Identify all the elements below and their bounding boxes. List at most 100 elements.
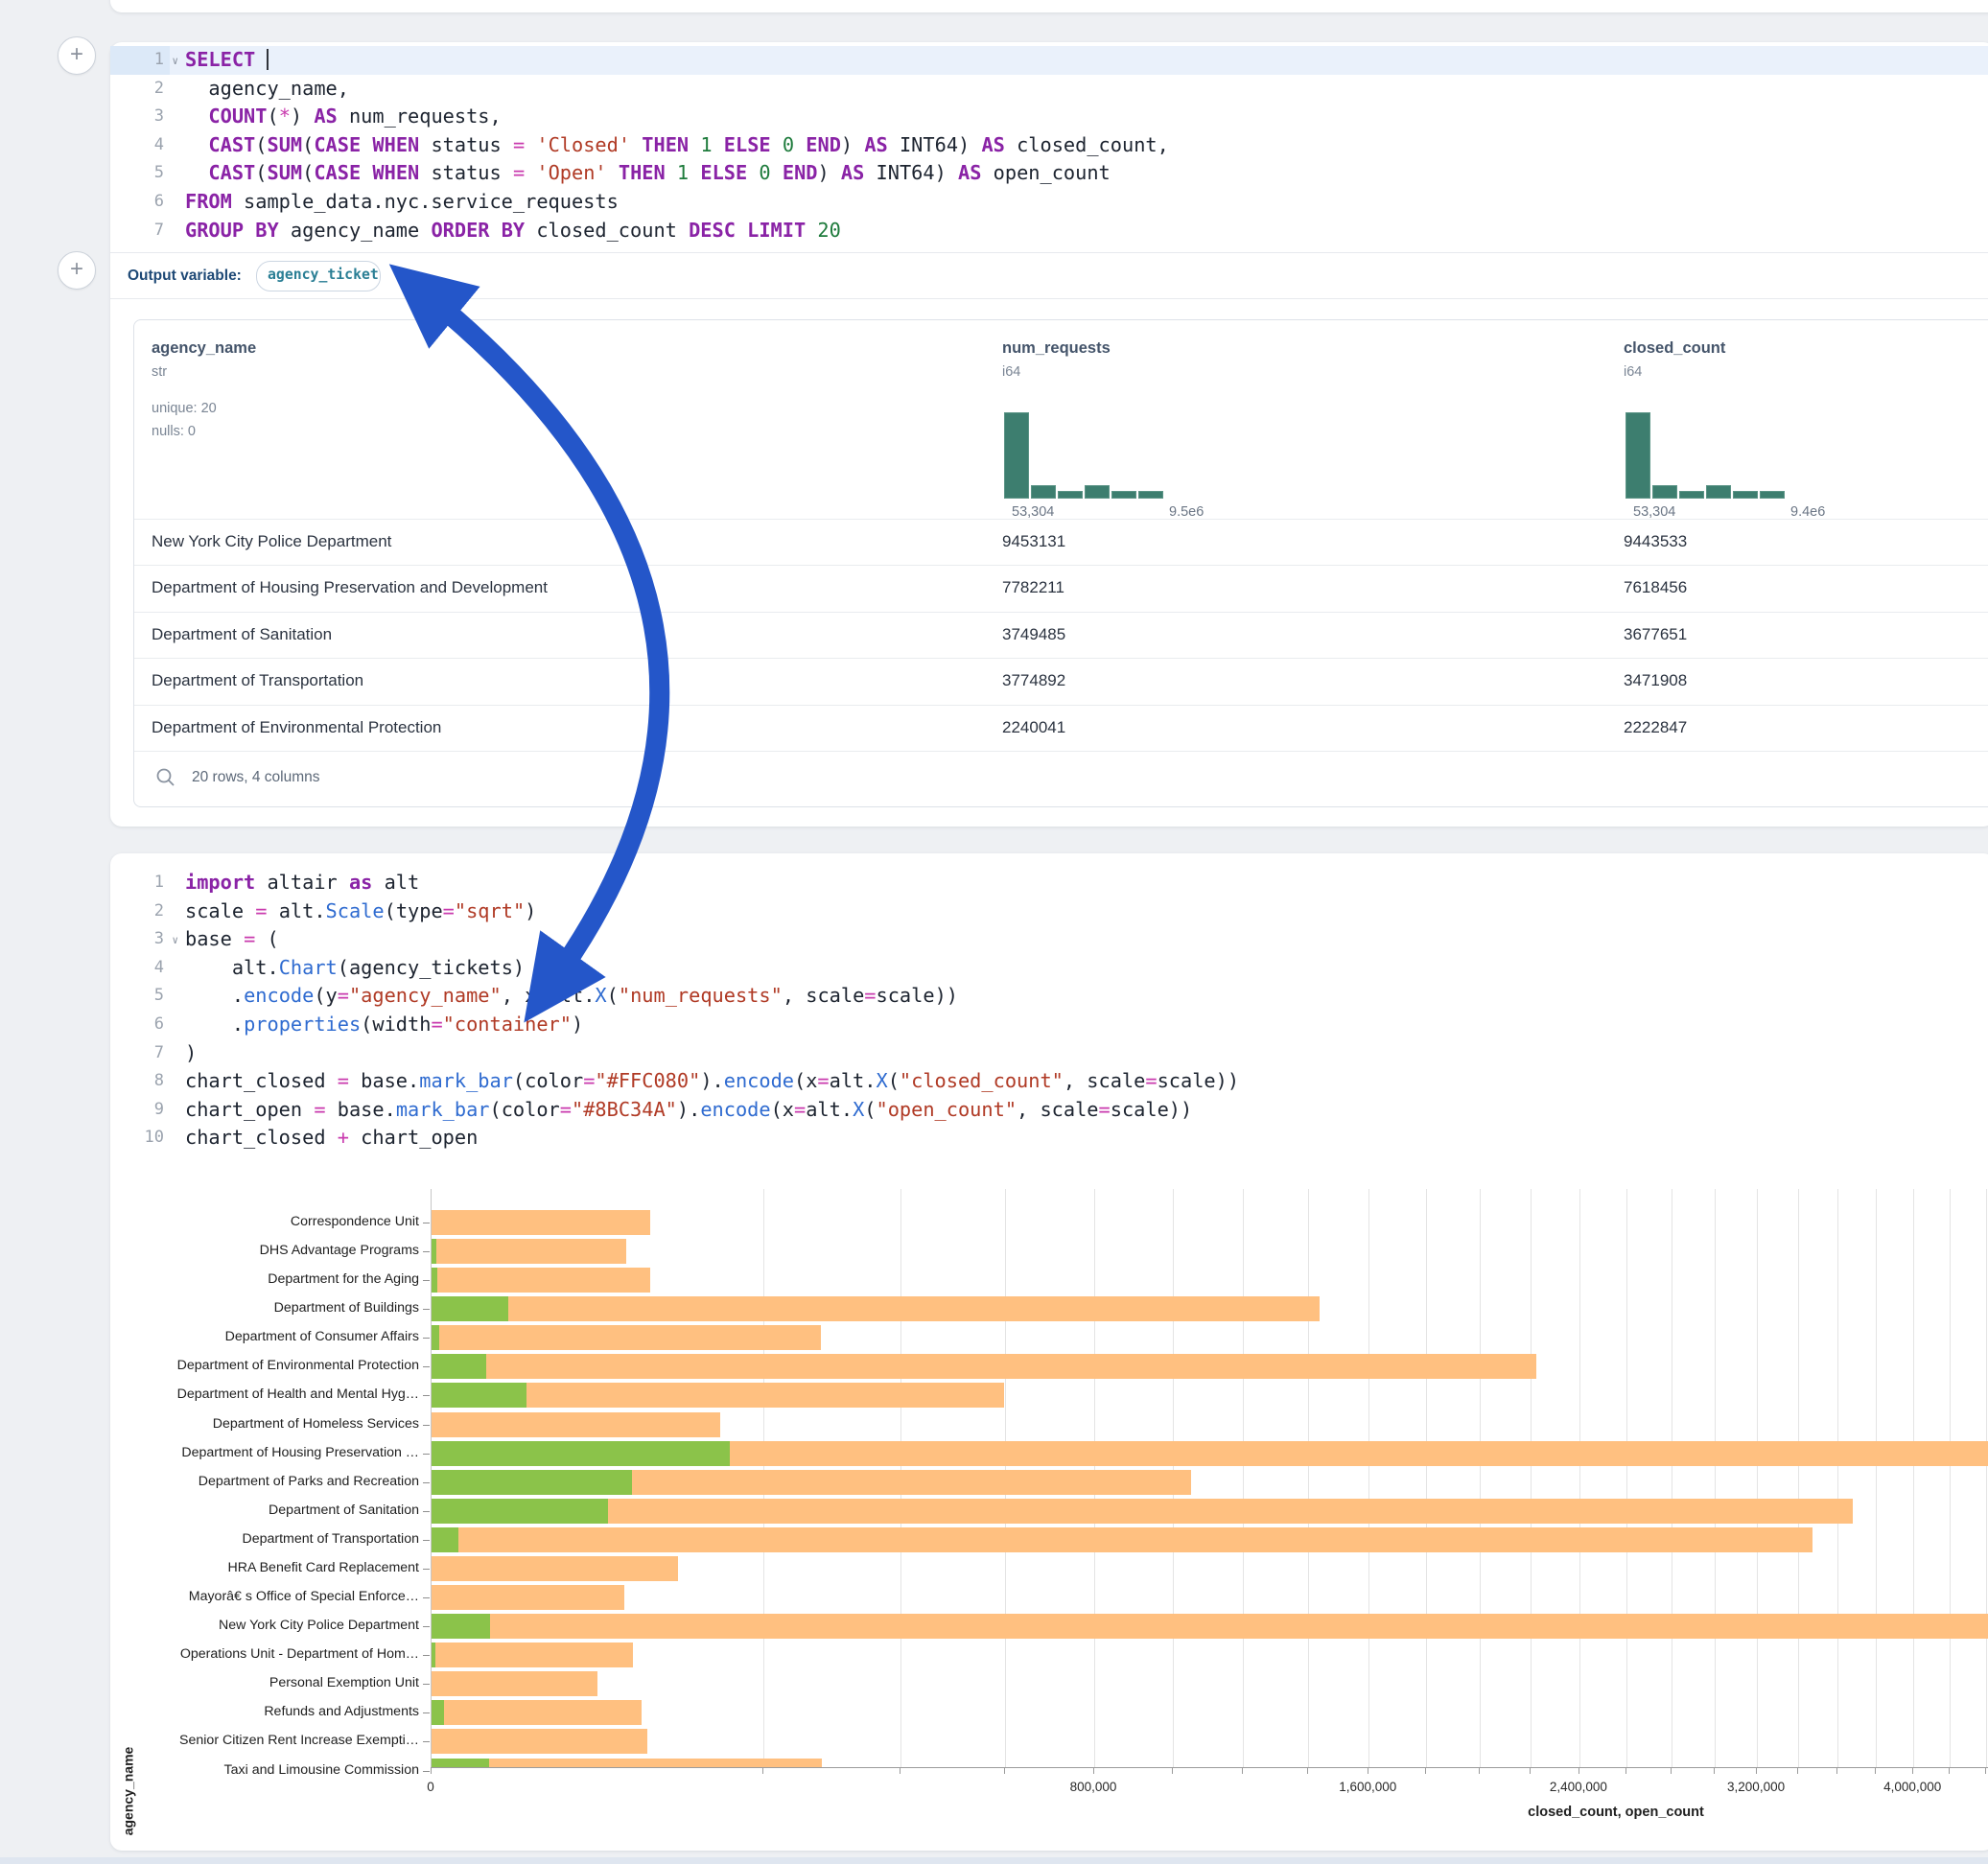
table-cell: 3677651 — [1624, 625, 1687, 644]
table-cell: Department of Environmental Protection — [152, 718, 441, 737]
x-tick — [431, 1768, 432, 1774]
code-line[interactable]: 7GROUP BY agency_name ORDER BY closed_co… — [110, 217, 1988, 245]
code-line[interactable]: 5 .encode(y="agency_name", x=alt.X("num_… — [110, 982, 1988, 1011]
fold-chevron-icon[interactable]: ∨ — [172, 47, 178, 76]
code-line[interactable]: 6FROM sample_data.nyc.service_requests — [110, 188, 1988, 217]
code-line[interactable]: 7) — [110, 1039, 1988, 1068]
chart-x-axis-title: closed_count, open_count — [1528, 1805, 1704, 1820]
code-line[interactable]: 3 COUNT(*) AS num_requests, — [110, 103, 1988, 131]
x-tick — [1479, 1768, 1480, 1774]
sql-code-editor[interactable]: 1∨SELECT 2 agency_name,3 COUNT(*) AS num… — [110, 46, 1988, 245]
table-row[interactable]: Department of Housing Preservation and D… — [134, 565, 1988, 612]
gridline — [1798, 1189, 1799, 1767]
line-number: 3∨ — [110, 925, 170, 954]
code-line[interactable]: 9chart_open = base.mark_bar(color="#8BC3… — [110, 1096, 1988, 1125]
code-line[interactable]: 4 alt.Chart(agency_tickets) — [110, 954, 1988, 983]
bar-open-count — [432, 1499, 608, 1524]
line-number: 2 — [110, 75, 170, 104]
line-number: 2 — [110, 897, 170, 926]
y-tick — [423, 1684, 430, 1685]
search-icon[interactable] — [155, 767, 176, 788]
bar-open-count — [432, 1527, 458, 1552]
category-label: Department of Homeless Services — [110, 1416, 419, 1432]
category-label: HRA Benefit Card Replacement — [110, 1560, 419, 1575]
code-line[interactable]: 1import altair as alt — [110, 869, 1988, 897]
gridline — [1837, 1189, 1838, 1767]
bar-open-count — [432, 1239, 436, 1264]
code-line[interactable]: 6 .properties(width="container") — [110, 1011, 1988, 1039]
code-line[interactable]: 8chart_closed = base.mark_bar(color="#FF… — [110, 1067, 1988, 1096]
bar-closed-count — [432, 1268, 650, 1293]
line-number: 6 — [110, 1011, 170, 1039]
notebook-page: { "accent": {"arrow_color": "#2456C9", "… — [0, 0, 1988, 1864]
column-type: i64 — [1002, 364, 1020, 380]
line-number: 5 — [110, 982, 170, 1011]
x-tick — [1172, 1768, 1173, 1774]
table-row[interactable]: Department of Sanitation37494853677651 — [134, 612, 1988, 659]
gridline — [1626, 1189, 1627, 1767]
category-label: Department for the Aging — [110, 1271, 419, 1287]
category-label: Department of Parks and Recreation — [110, 1474, 419, 1489]
code-line[interactable]: 5 CAST(SUM(CASE WHEN status = 'Open' THE… — [110, 159, 1988, 188]
line-number: 3 — [110, 103, 170, 131]
python-cell: 1import altair as alt2scale = alt.Scale(… — [110, 853, 1988, 1851]
table-cell: Department of Housing Preservation and D… — [152, 578, 548, 597]
line-number: 9 — [110, 1096, 170, 1125]
column-histogram — [1004, 412, 1163, 499]
gridline — [1579, 1189, 1580, 1767]
code-line[interactable]: 3∨base = ( — [110, 925, 1988, 954]
x-tick-label: 4,000,000 — [1883, 1780, 1941, 1794]
column-stat: unique: 20 — [152, 401, 217, 416]
add-cell-button[interactable]: + — [58, 251, 96, 290]
histogram-bar — [1085, 485, 1110, 499]
table-row[interactable]: New York City Police Department945313194… — [134, 519, 1988, 566]
histogram-bar — [1760, 491, 1785, 499]
y-tick — [423, 1655, 430, 1656]
sql-cell: 1∨SELECT 2 agency_name,3 COUNT(*) AS num… — [110, 42, 1988, 827]
gridline — [1308, 1189, 1309, 1767]
x-tick — [1307, 1768, 1308, 1774]
bar-open-count — [432, 1441, 730, 1466]
code-line[interactable]: 1∨SELECT — [110, 46, 1988, 75]
fold-chevron-icon[interactable]: ∨ — [172, 927, 178, 956]
gridline — [1426, 1189, 1427, 1767]
chart-x-axis — [431, 1767, 1988, 1768]
bar-closed-count — [432, 1325, 821, 1350]
table-row[interactable]: Department of Transportation377489234719… — [134, 658, 1988, 705]
code-line[interactable]: 2 agency_name, — [110, 75, 1988, 104]
bar-closed-count — [432, 1354, 1536, 1379]
category-label: Refunds and Adjustments — [110, 1704, 419, 1719]
column-header[interactable]: num_requests — [1002, 339, 1111, 358]
bar-open-count — [432, 1268, 437, 1293]
column-header[interactable]: closed_count — [1624, 339, 1725, 358]
column-histogram — [1625, 412, 1785, 499]
bar-open-count — [432, 1759, 489, 1767]
divider — [110, 252, 1988, 253]
code-line[interactable]: 4 CAST(SUM(CASE WHEN status = 'Closed' T… — [110, 131, 1988, 160]
bar-open-count — [432, 1325, 439, 1350]
code-line[interactable]: 10chart_closed + chart_open — [110, 1124, 1988, 1153]
table-cell: Department of Sanitation — [152, 625, 332, 644]
result-table: agency_name str unique: 20 nulls: 0 num_… — [133, 319, 1988, 807]
histogram-bar — [1004, 412, 1029, 499]
histogram-min-label: 53,304 — [1012, 504, 1054, 520]
add-cell-button[interactable]: + — [58, 36, 96, 75]
bar-closed-count — [432, 1729, 647, 1754]
table-cell: 7618456 — [1624, 578, 1687, 597]
table-cell: 2222847 — [1624, 718, 1687, 737]
code-line[interactable]: 2scale = alt.Scale(type="sqrt") — [110, 897, 1988, 926]
altair-chart: agency_name Correspondence UnitDHS Advan… — [110, 1170, 1988, 1841]
gridline — [1243, 1189, 1244, 1767]
column-header[interactable]: agency_name — [152, 339, 256, 358]
y-tick — [423, 1395, 430, 1396]
category-label: Taxi and Limousine Commission — [110, 1762, 419, 1778]
output-variable-chip[interactable]: agency_tickets — [256, 261, 381, 291]
category-label: Department of Health and Mental Hyg… — [110, 1386, 419, 1402]
python-code-editor[interactable]: 1import altair as alt2scale = alt.Scale(… — [110, 869, 1988, 1153]
x-tick — [762, 1768, 763, 1774]
table-footer: 20 rows, 4 columns — [134, 751, 1988, 807]
table-cell: Department of Transportation — [152, 671, 363, 690]
histogram-min-label: 53,304 — [1633, 504, 1675, 520]
output-variable-label: Output variable: — [128, 268, 242, 285]
table-row[interactable]: Department of Environmental Protection 22… — [134, 705, 1988, 752]
